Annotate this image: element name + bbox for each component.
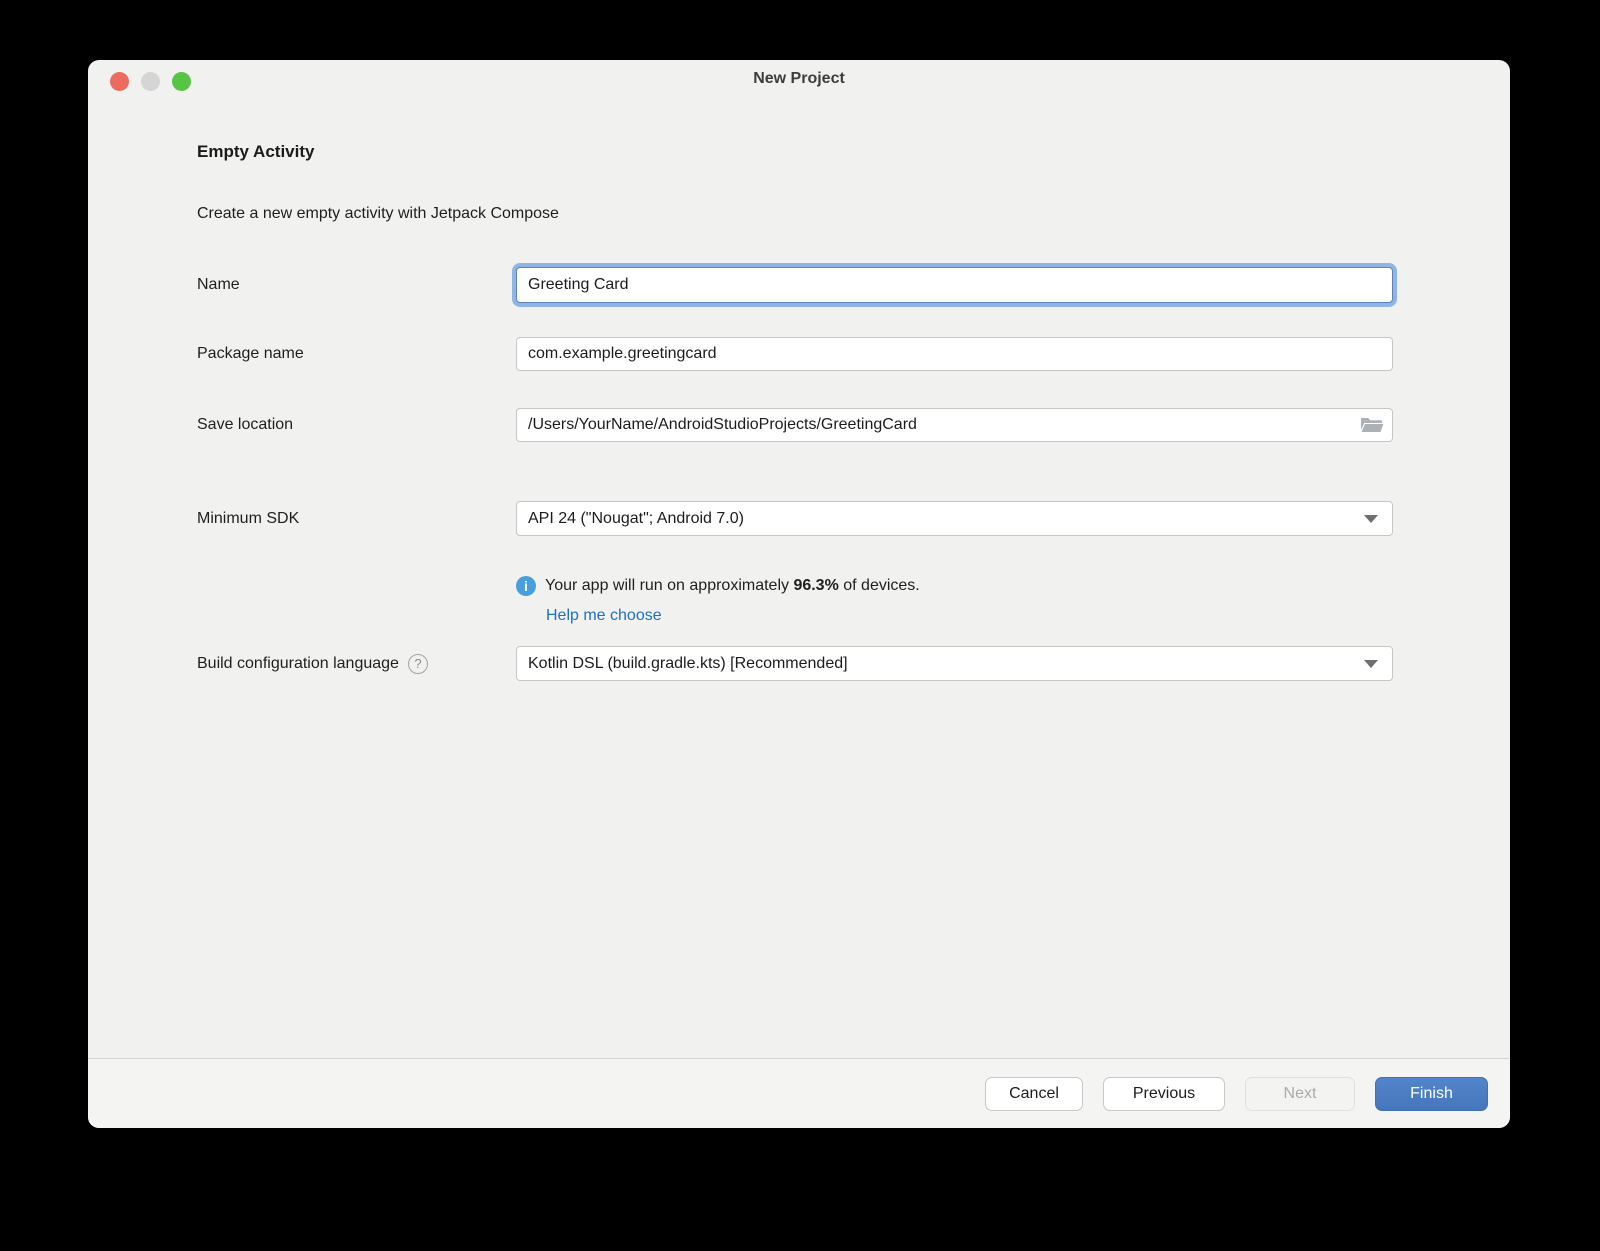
chevron-down-icon [1364,660,1378,668]
name-label: Name [197,276,516,294]
info-icon: i [516,576,536,596]
new-project-dialog: New Project Empty Activity Create a new … [88,60,1510,1128]
finish-button[interactable]: Finish [1375,1077,1488,1111]
sdk-info-note: i Your app will run on approximately 96.… [516,574,920,598]
page-subtitle: Create a new empty activity with Jetpack… [197,205,559,223]
minimum-sdk-label: Minimum SDK [197,510,516,528]
build-config-dropdown[interactable]: Kotlin DSL (build.gradle.kts) [Recommend… [516,646,1393,681]
sdk-info-text: Your app will run on approximately 96.3%… [545,574,920,598]
name-row: Name [197,267,1393,303]
title-bar: New Project [88,60,1510,104]
folder-open-icon [1360,423,1384,438]
package-name-row: Package name [197,337,1393,371]
minimum-sdk-dropdown[interactable]: API 24 ("Nougat"; Android 7.0) [516,501,1393,536]
chevron-down-icon [1364,515,1378,523]
page-title: Empty Activity [197,142,314,162]
cancel-button[interactable]: Cancel [985,1077,1083,1111]
build-config-value: Kotlin DSL (build.gradle.kts) [Recommend… [528,655,848,673]
minimum-sdk-row: Minimum SDK API 24 ("Nougat"; Android 7.… [197,501,1393,536]
help-question-icon[interactable]: ? [408,654,428,674]
save-location-input[interactable] [516,408,1393,442]
previous-button[interactable]: Previous [1103,1077,1225,1111]
window-title: New Project [88,70,1510,88]
footer-button-bar: Cancel Previous Next Finish [88,1059,1510,1128]
save-location-row: Save location [197,408,1393,442]
minimum-sdk-value: API 24 ("Nougat"; Android 7.0) [528,510,744,528]
build-config-row: Build configuration language ? Kotlin DS… [197,646,1393,681]
save-location-label: Save location [197,416,516,434]
next-button: Next [1245,1077,1355,1111]
package-name-label: Package name [197,345,516,363]
package-name-input[interactable] [516,337,1393,371]
help-me-choose-link[interactable]: Help me choose [546,604,662,628]
device-percent: 96.3% [793,577,838,594]
browse-folder-button[interactable] [1360,415,1384,435]
name-input[interactable] [516,267,1393,303]
build-config-label: Build configuration language ? [197,654,516,674]
